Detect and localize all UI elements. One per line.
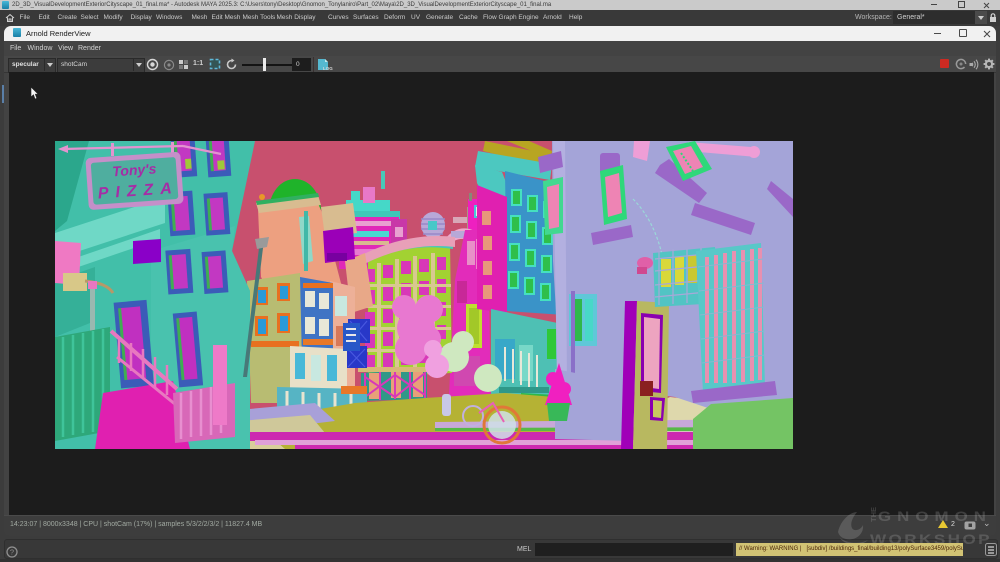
svg-text:GNOMON: GNOMON — [878, 508, 992, 524]
svg-text:THE: THE — [869, 507, 878, 522]
svg-text:?: ? — [10, 548, 14, 557]
svg-text:Tony's: Tony's — [112, 160, 157, 179]
